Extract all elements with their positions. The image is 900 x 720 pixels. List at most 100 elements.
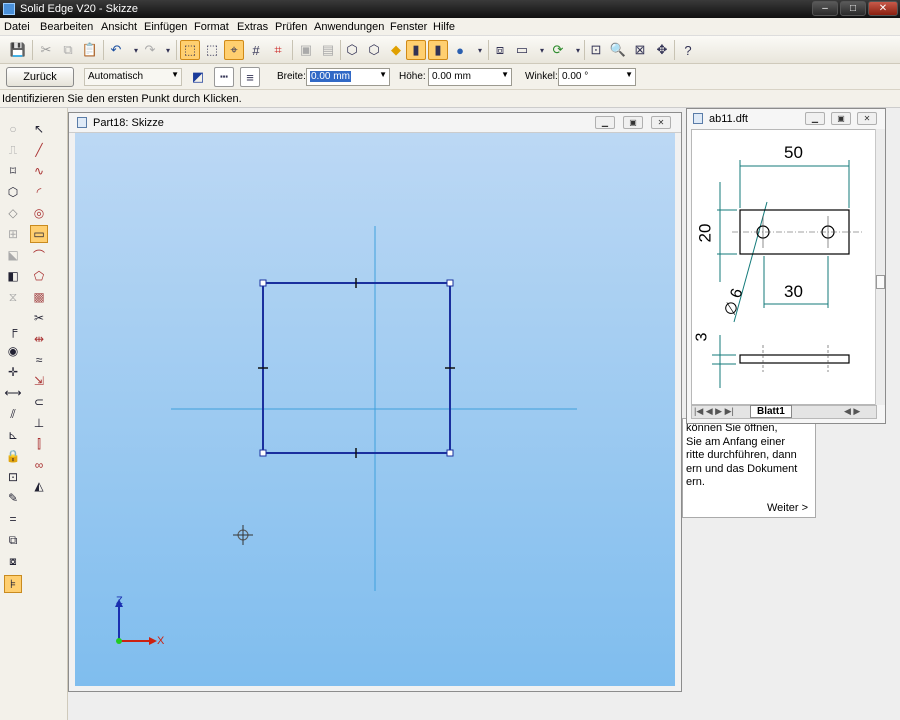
plus-icon[interactable]: ✛ bbox=[4, 363, 22, 381]
horizontal-icon[interactable]: ⟷ bbox=[4, 384, 22, 402]
part-icon[interactable]: ▣ bbox=[296, 40, 316, 60]
cut-icon[interactable]: ✂ bbox=[36, 40, 56, 60]
fillet-tool-icon[interactable]: ⌒ bbox=[30, 246, 48, 264]
redo-dropdown-icon[interactable]: ▾ bbox=[158, 40, 178, 60]
drawing-minimize-button[interactable]: ▁ bbox=[805, 112, 825, 125]
mirror-icon[interactable]: ⧖ bbox=[4, 288, 22, 306]
fillet-icon[interactable]: ⌑ bbox=[4, 162, 22, 180]
sheet-nav-icon[interactable]: |◀ ◀ ▶ ▶| bbox=[694, 406, 734, 417]
project-icon[interactable]: ⬕ bbox=[4, 246, 22, 264]
circle-gray-icon[interactable]: ○ bbox=[4, 120, 22, 138]
refresh-dropdown-icon[interactable]: ▾ bbox=[568, 40, 588, 60]
drawing-restore-button[interactable]: ▣ bbox=[831, 112, 851, 125]
mirror-line-icon[interactable]: ◭ bbox=[30, 477, 48, 495]
refresh-icon[interactable]: ⟳ bbox=[548, 40, 568, 60]
line-tool-icon[interactable]: ╱ bbox=[30, 141, 48, 159]
drawing-scrollbar[interactable] bbox=[875, 129, 885, 405]
lock-icon[interactable]: 🔒 bbox=[4, 447, 22, 465]
angle-field[interactable]: 0.00 ° ▼ bbox=[558, 68, 636, 86]
symmetric-icon[interactable]: ⧉ bbox=[4, 531, 22, 549]
menu-hilfe[interactable]: Hilfe bbox=[433, 21, 455, 33]
shaded-icon[interactable]: ◆ bbox=[386, 40, 406, 60]
tangent-icon[interactable]: ⊥ bbox=[30, 414, 48, 432]
minimize-button[interactable]: – bbox=[812, 1, 838, 16]
back-button[interactable]: Zurück bbox=[6, 67, 74, 87]
line-width-icon[interactable]: ≡ bbox=[240, 67, 260, 87]
render-dropdown-icon[interactable]: ▾ bbox=[470, 40, 490, 60]
fit-icon[interactable]: ⊠ bbox=[630, 40, 650, 60]
menu-fenster[interactable]: Fenster bbox=[390, 21, 427, 33]
hscroll-arrows-icon[interactable]: ◀ ▶ bbox=[844, 406, 860, 417]
align-icon[interactable]: ⧇ bbox=[4, 552, 22, 570]
select-arrow-icon[interactable]: ↖ bbox=[30, 120, 48, 138]
next-link[interactable]: Weiter > bbox=[767, 502, 808, 514]
connect-icon[interactable]: ╒ bbox=[4, 321, 22, 339]
curve-tool-icon[interactable]: ∿ bbox=[30, 162, 48, 180]
dimension-icon[interactable]: ⊡ bbox=[4, 468, 22, 486]
copy-icon[interactable]: ⧉ bbox=[58, 40, 78, 60]
menu-ansicht[interactable]: Ansicht bbox=[101, 21, 137, 33]
trim-icon[interactable]: ✂ bbox=[30, 309, 48, 327]
shaded-visible-icon[interactable]: ▮ bbox=[428, 40, 448, 60]
sheet-tab-blatt1[interactable]: Blatt1 bbox=[750, 405, 792, 418]
menu-bearbeiten[interactable]: Bearbeiten bbox=[40, 21, 93, 33]
scroll-thumb[interactable] bbox=[876, 275, 885, 289]
shaded-edges-icon[interactable]: ▮ bbox=[406, 40, 426, 60]
sketch-minimize-button[interactable]: ▁ bbox=[595, 116, 615, 129]
sketch-canvas[interactable]: Z X bbox=[75, 133, 675, 686]
grid-icon[interactable]: # bbox=[246, 40, 266, 60]
line-color-icon[interactable]: ◩ bbox=[188, 67, 208, 87]
menu-extras[interactable]: Extras bbox=[237, 21, 268, 33]
undo-icon[interactable]: ↶ bbox=[106, 40, 126, 60]
height-field[interactable]: 0.00 mm ▼ bbox=[428, 68, 512, 86]
hatch-icon[interactable]: ▩ bbox=[30, 288, 48, 306]
help-icon[interactable]: ? bbox=[678, 40, 698, 60]
save-icon[interactable]: 💾 bbox=[8, 40, 28, 60]
perpendicular-icon[interactable]: ⊾ bbox=[4, 426, 22, 444]
mode-select[interactable]: Automatisch ▼ bbox=[84, 68, 182, 86]
menu-datei[interactable]: Datei bbox=[4, 21, 30, 33]
split-icon[interactable]: ≈ bbox=[30, 351, 48, 369]
redo-icon[interactable]: ↷ bbox=[140, 40, 160, 60]
display-icon[interactable]: ▭ bbox=[512, 40, 532, 60]
pen-icon[interactable]: ✎ bbox=[4, 489, 22, 507]
render-icon[interactable]: ● bbox=[450, 40, 470, 60]
extrude-icon[interactable]: ◧ bbox=[4, 267, 22, 285]
view-iso-icon[interactable]: ⬡ bbox=[342, 40, 362, 60]
layers-icon[interactable]: ⧈ bbox=[490, 40, 510, 60]
offset-icon[interactable]: ⬡ bbox=[4, 183, 22, 201]
zoom-icon[interactable]: 🔍 bbox=[608, 40, 628, 60]
chain-icon[interactable]: ∞ bbox=[30, 456, 48, 474]
quickpick-icon[interactable]: ⬚ bbox=[202, 40, 222, 60]
close-button[interactable]: ✕ bbox=[868, 1, 898, 16]
menu-anwendungen[interactable]: Anwendungen bbox=[314, 21, 384, 33]
parallel-icon[interactable]: ⫽ bbox=[4, 405, 22, 423]
menu-format[interactable]: Format bbox=[194, 21, 229, 33]
move-icon[interactable]: ⇲ bbox=[30, 372, 48, 390]
select-tool-icon[interactable]: ⬚ bbox=[180, 40, 200, 60]
width-field[interactable]: 0.00 mm ▼ bbox=[306, 68, 390, 86]
zoom-area-icon[interactable]: ⊡ bbox=[586, 40, 606, 60]
extend-icon[interactable]: ⇹ bbox=[30, 330, 48, 348]
line-type-icon[interactable]: ┅ bbox=[214, 67, 234, 87]
drawing-close-button[interactable]: ✕ bbox=[857, 112, 877, 125]
drawing-sheet[interactable]: 50 20 30 ∅ 6 3 bbox=[691, 129, 877, 405]
symmetry-icon[interactable]: ◇ bbox=[4, 204, 22, 222]
relations-icon[interactable]: ⌗ bbox=[268, 40, 288, 60]
sketch-restore-button[interactable]: ▣ bbox=[623, 116, 643, 129]
menu-pruefen[interactable]: Prüfen bbox=[275, 21, 307, 33]
maximize-button[interactable]: □ bbox=[840, 1, 866, 16]
sketch-close-button[interactable]: ✕ bbox=[651, 116, 671, 129]
equal-icon[interactable]: ⫿ bbox=[30, 435, 48, 453]
relationship-handles-icon[interactable]: ⊧ bbox=[4, 575, 22, 593]
intellisketch-icon[interactable]: ⌖ bbox=[224, 40, 244, 60]
circle-tool-icon[interactable]: ◎ bbox=[30, 204, 48, 222]
equal-constraint-icon[interactable]: = bbox=[4, 510, 22, 528]
arc-tool-icon[interactable]: ◜ bbox=[30, 183, 48, 201]
rectangle-tool-icon[interactable]: ▭ bbox=[30, 225, 48, 243]
pattern-icon[interactable]: ⊞ bbox=[4, 225, 22, 243]
offset-curve-icon[interactable]: ⊂ bbox=[30, 393, 48, 411]
part-view-icon[interactable]: ⎍ bbox=[4, 141, 22, 159]
pan-icon[interactable]: ✥ bbox=[652, 40, 672, 60]
ring-icon[interactable]: ◉ bbox=[4, 342, 22, 360]
